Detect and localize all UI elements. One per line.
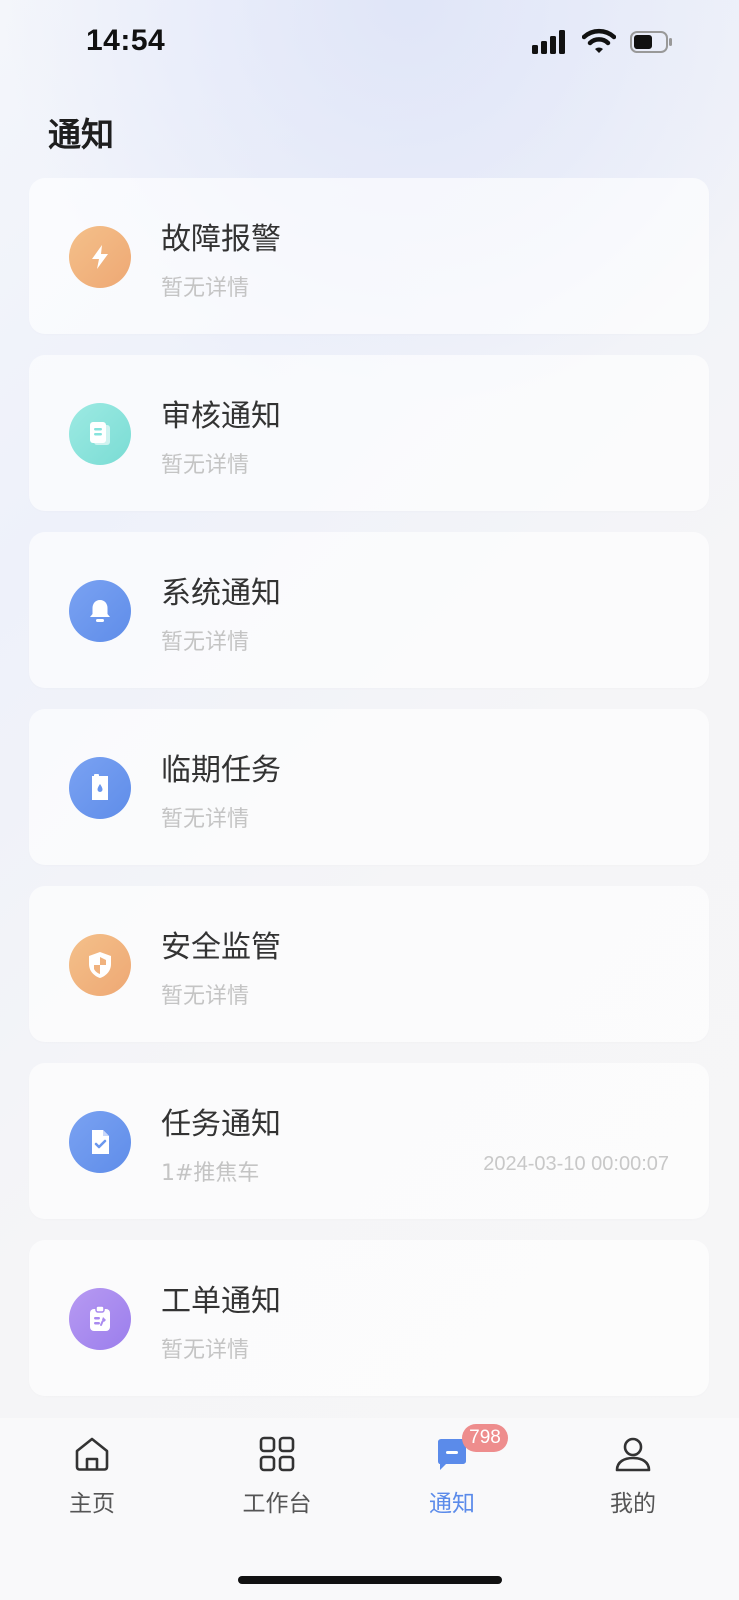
notice-title: 任务通知: [161, 1107, 281, 1142]
notice-subtitle: 1#推焦车: [161, 1161, 260, 1186]
notice-item-review[interactable]: 审核通知 暂无详情: [29, 355, 709, 511]
signal-icon: [532, 30, 565, 54]
user-icon: [615, 1437, 651, 1472]
status-bar: 14:54: [0, 0, 739, 90]
status-time: 14:54: [86, 24, 166, 57]
lightning-icon: [69, 226, 131, 288]
home-indicator: [238, 1576, 502, 1584]
tab-label: 工作台: [242, 1491, 312, 1517]
notice-time: 2024-03-10 00:00:07: [483, 1153, 669, 1175]
notice-item-work-order[interactable]: 工单通知 暂无详情: [29, 1240, 709, 1396]
wifi-icon: [582, 28, 616, 53]
notice-title: 安全监管: [161, 930, 281, 965]
tab-notifications[interactable]: 798 通知: [382, 1424, 522, 1528]
notice-title: 临期任务: [161, 753, 281, 788]
battery-icon: [630, 31, 672, 53]
notice-list: 故障报警 暂无详情 审核通知 暂无详情 系统通知 暂无详情 临期任务 暂无详情 …: [29, 178, 709, 1417]
notice-title: 系统通知: [161, 576, 281, 611]
notice-item-fault-alarm[interactable]: 故障报警 暂无详情: [29, 178, 709, 334]
notice-subtitle: 暂无详情: [161, 276, 250, 301]
notice-title: 故障报警: [161, 222, 281, 257]
hourglass-icon: [69, 757, 131, 819]
notice-item-expiring-task[interactable]: 临期任务 暂无详情: [29, 709, 709, 865]
notice-subtitle: 暂无详情: [161, 807, 250, 832]
tab-home[interactable]: 主页: [22, 1428, 162, 1528]
notice-subtitle: 暂无详情: [161, 453, 250, 478]
notice-title: 审核通知: [161, 399, 281, 434]
notification-badge: 798: [462, 1424, 508, 1452]
grid-icon: [259, 1436, 295, 1472]
tab-label: 通知: [429, 1491, 475, 1517]
notice-subtitle: 暂无详情: [161, 630, 250, 655]
tab-workbench[interactable]: 工作台: [207, 1428, 347, 1528]
tab-label: 主页: [69, 1491, 115, 1517]
notice-subtitle: 暂无详情: [161, 1338, 250, 1363]
task-check-icon: [69, 1111, 131, 1173]
home-icon: [75, 1437, 109, 1471]
tab-bar: 主页 工作台 798 通知 我的: [0, 1418, 739, 1600]
bell-icon: [69, 580, 131, 642]
shield-icon: [69, 934, 131, 996]
notice-title: 工单通知: [161, 1284, 281, 1319]
page-title: 通知: [48, 115, 114, 154]
notice-item-system[interactable]: 系统通知 暂无详情: [29, 532, 709, 688]
notice-item-safety[interactable]: 安全监管 暂无详情: [29, 886, 709, 1042]
document-icon: [69, 403, 131, 465]
notice-subtitle: 暂无详情: [161, 984, 250, 1009]
notice-item-task[interactable]: 任务通知 1#推焦车 2024-03-10 00:00:07: [29, 1063, 709, 1219]
tab-label: 我的: [610, 1491, 656, 1517]
tab-profile[interactable]: 我的: [563, 1428, 703, 1528]
work-order-icon: [69, 1288, 131, 1350]
